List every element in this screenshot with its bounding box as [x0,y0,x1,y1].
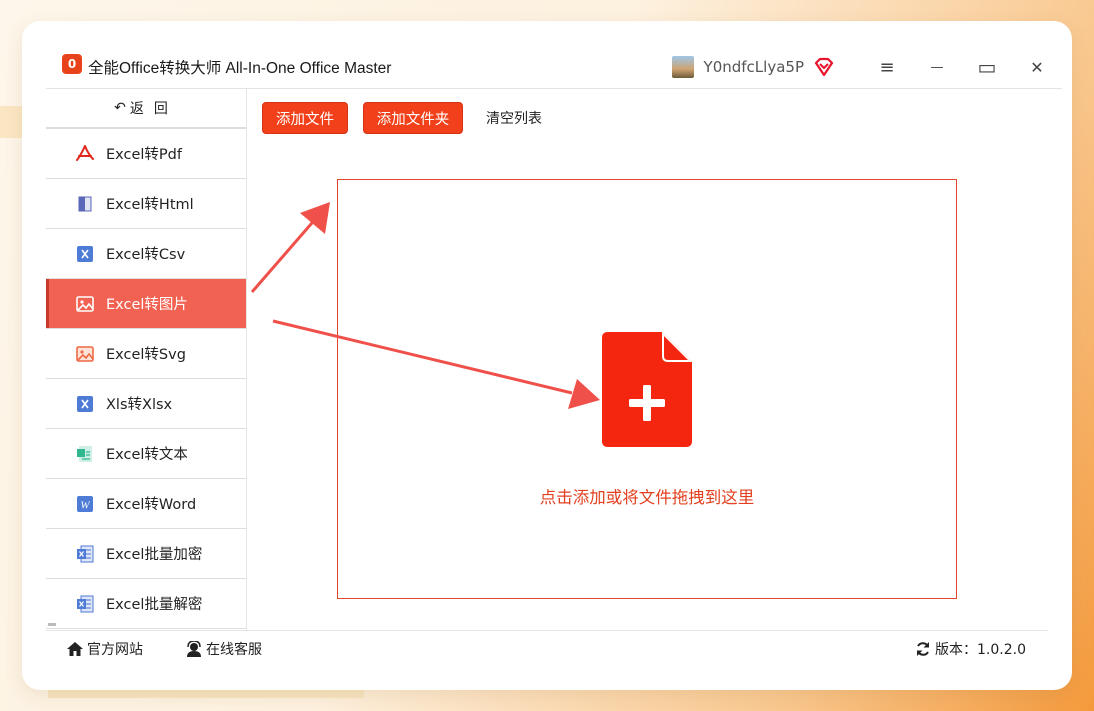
vip-diamond-icon[interactable] [814,57,834,77]
online-support-label: 在线客服 [206,641,262,658]
official-website-link[interactable]: 官方网站 [66,639,143,659]
version-info: 版本：1.0.2.0 [915,639,1026,659]
sidebar-item-excel-to-image[interactable]: Excel转图片 [46,279,246,329]
sidebar-item-excel-batch-decrypt[interactable]: Excel批量解密 [46,579,246,629]
sidebar-item-label: Excel转图片 [106,297,188,313]
sidebar-item-label: Excel转Html [106,197,194,213]
text-icon [76,445,94,463]
user-avatar[interactable] [671,56,694,78]
word-icon: W [76,495,94,513]
back-label: 返回 [129,101,178,117]
title-bar: 0 全能Office转换大师 All-In-One Office Master … [46,45,1062,89]
sidebar-item-label: Xls转Xlsx [106,397,173,413]
maximize-button[interactable]: ▭ [962,45,1012,89]
add-file-icon [602,332,692,447]
refresh-icon[interactable] [915,641,931,657]
main-content: 添加文件 添加文件夹 清空列表 点击添加或将文件拖拽到这里 [248,89,1060,630]
sidebar-item-excel-to-word[interactable]: W Excel转Word [46,479,246,529]
back-button[interactable]: ↶ 返回 [46,89,246,129]
menu-button[interactable]: ≡ [862,45,912,89]
sidebar-item-excel-to-text[interactable]: Excel转文本 [46,429,246,479]
sidebar-item-label: Excel转Pdf [106,147,182,163]
headset-icon [187,640,201,657]
back-arrow-icon: ↶ [114,100,126,116]
sidebar-item-label: Excel转文本 [106,447,188,463]
excel-lock-icon [76,545,94,563]
sidebar-item-xls-to-xlsx[interactable]: Xls转Xlsx [46,379,246,429]
image-icon [76,295,94,313]
online-support-link[interactable]: 在线客服 [185,639,262,659]
app-title: 全能Office转换大师 All-In-One Office Master [88,59,392,77]
sidebar-item-excel-to-pdf[interactable]: Excel转Pdf [46,129,246,179]
title-bar-actions: Y0ndfcLlya5P ≡ — ▭ ✕ [671,45,1062,89]
pdf-icon [76,144,94,163]
footer-bar: 官方网站 在线客服 版本：1.0.2.0 [46,630,1048,666]
official-website-label: 官方网站 [87,641,143,658]
sidebar: ↶ 返回 Excel转Pdf Excel转Html Excel转Csv Exce… [46,89,247,630]
svg-image-icon [76,345,94,363]
drop-hint-text: 点击添加或将文件拖拽到这里 [539,488,755,507]
sidebar-item-excel-to-csv[interactable]: Excel转Csv [46,229,246,279]
app-logo-icon: 0 [62,53,82,74]
html-icon [76,195,94,213]
app-window: 0 全能Office转换大师 All-In-One Office Master … [22,21,1072,690]
sidebar-scrollbar[interactable] [48,623,56,626]
clear-list-button[interactable]: 清空列表 [486,102,542,134]
sidebar-item-label: Excel批量解密 [106,597,203,613]
sidebar-item-label: Excel批量加密 [106,547,203,563]
csv-icon [76,245,94,263]
sidebar-item-excel-to-html[interactable]: Excel转Html [46,179,246,229]
sidebar-item-label: Excel转Csv [106,247,186,263]
xlsx-icon [76,395,94,413]
excel-unlock-icon [76,595,94,613]
sidebar-item-excel-batch-encrypt[interactable]: Excel批量加密 [46,529,246,579]
svg-text:W: W [80,499,90,511]
sidebar-item-excel-to-svg[interactable]: Excel转Svg [46,329,246,379]
close-button[interactable]: ✕ [1012,45,1062,89]
file-drop-zone[interactable]: 点击添加或将文件拖拽到这里 [337,179,957,599]
version-label: 版本：1.0.2.0 [935,641,1026,658]
minimize-button[interactable]: — [912,45,962,89]
sidebar-item-label: Excel转Svg [106,347,186,363]
sidebar-item-label: Excel转Word [106,497,197,513]
add-folder-button[interactable]: 添加文件夹 [363,102,463,134]
add-file-button[interactable]: 添加文件 [262,102,348,134]
home-icon [67,641,83,656]
username[interactable]: Y0ndfcLlya5P [704,58,804,76]
